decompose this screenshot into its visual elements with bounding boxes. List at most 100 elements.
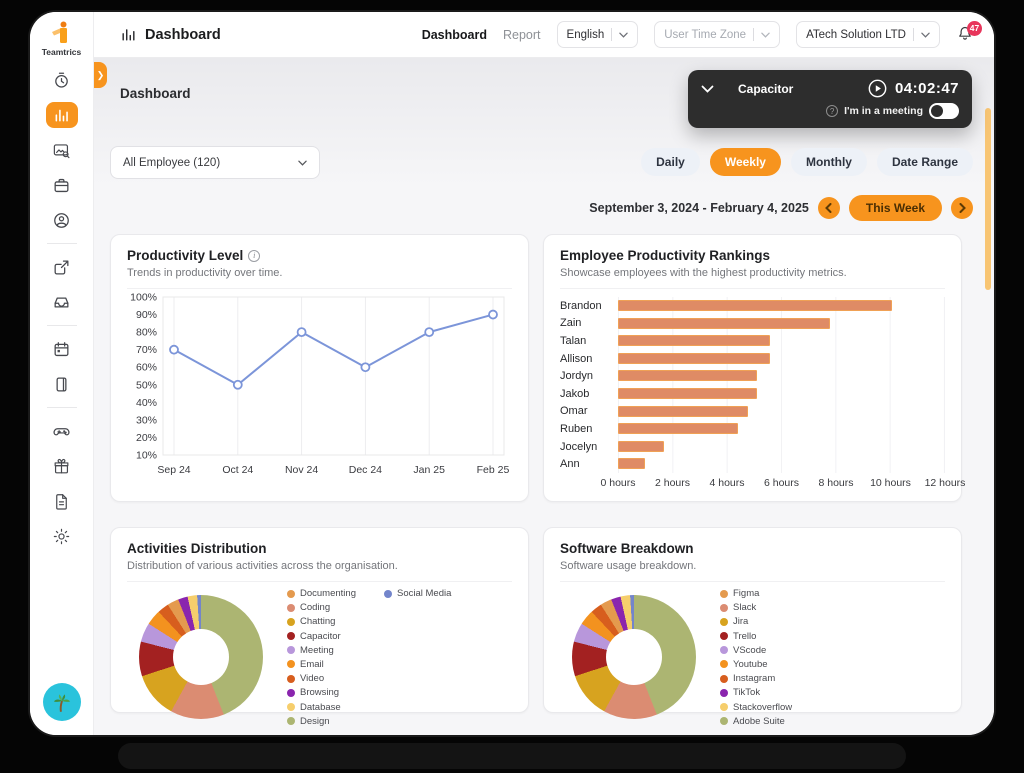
legend-item: Jira — [720, 616, 792, 627]
ranking-bar — [618, 406, 748, 417]
range-tabs: Daily Weekly Monthly Date Range — [641, 148, 973, 176]
nav-dashboard[interactable]: Dashboard — [422, 28, 487, 42]
page-title: Dashboard — [120, 86, 191, 101]
legend-item: Youtube — [720, 659, 792, 670]
nav-report[interactable]: Report — [503, 28, 541, 42]
legend-item: Slack — [720, 602, 792, 613]
company-select[interactable]: ATech Solution LTD — [796, 21, 940, 48]
legend-column: DocumentingCodingChattingCapacitorMeetin… — [287, 588, 356, 727]
rewards-icon — [52, 457, 71, 476]
ranking-row: Brandon — [560, 297, 945, 315]
notification-badge: 47 — [967, 21, 982, 36]
prev-week-button[interactable] — [818, 197, 840, 219]
inbox-icon — [52, 293, 71, 312]
this-week-button[interactable]: This Week — [849, 195, 942, 221]
widget-collapse-button[interactable] — [701, 85, 714, 93]
bar-track — [618, 420, 945, 438]
legend-label: TikTok — [733, 687, 760, 698]
brand-logo: Teamtrics — [42, 20, 82, 57]
settings-icon — [52, 527, 71, 546]
svg-text:70%: 70% — [136, 344, 157, 356]
window-title: Dashboard — [120, 26, 221, 43]
ranking-name: Jakob — [560, 388, 618, 400]
next-week-button[interactable] — [951, 197, 973, 219]
range-tab-daily[interactable]: Daily — [641, 148, 700, 176]
legend-label: Adobe Suite — [733, 716, 785, 727]
sidebar: Teamtrics — [30, 12, 94, 735]
legend-column: Social Media — [384, 588, 451, 599]
sidebar-item-reports[interactable] — [46, 488, 78, 514]
sidebar-item-projects[interactable] — [46, 172, 78, 198]
sidebar-item-screenshots[interactable] — [46, 137, 78, 163]
legend-dot — [287, 646, 295, 654]
games-icon — [52, 422, 71, 441]
capacitor-timer-widget: Capacitor 04:02:47 ? — [688, 70, 972, 128]
bar-track — [618, 367, 945, 385]
projects-icon — [52, 176, 71, 195]
sidebar-item-dashboard[interactable] — [46, 102, 78, 128]
sidebar-item-calendar[interactable] — [46, 336, 78, 362]
sidebar-expand-tab[interactable]: ❯ — [94, 62, 107, 88]
meeting-toggle[interactable] — [929, 103, 959, 119]
legend-item: Email — [287, 659, 356, 670]
teamtrics-logo-icon — [49, 20, 75, 46]
ranking-name: Allison — [560, 353, 618, 365]
scrollbar-thumb[interactable] — [985, 108, 991, 290]
notifications-button[interactable]: 47 — [956, 24, 974, 46]
timezone-select[interactable]: User Time Zone — [654, 21, 780, 48]
rankings-bar-chart: BrandonZainTalanAllisonJordynJakobOmarRu… — [560, 297, 945, 473]
sidebar-item-time-tracking[interactable] — [46, 67, 78, 93]
help-icon: ? — [826, 105, 838, 117]
legend-dot — [384, 590, 392, 598]
language-select[interactable]: English — [557, 21, 639, 48]
legend-item: Design — [287, 716, 356, 727]
bar-track — [618, 438, 945, 456]
sidebar-item-games[interactable] — [46, 418, 78, 444]
play-button[interactable] — [868, 79, 887, 98]
legend-label: Database — [300, 702, 341, 713]
ranking-bar — [618, 335, 770, 346]
timezone-value: User Time Zone — [664, 29, 746, 41]
svg-text:30%: 30% — [136, 414, 157, 426]
legend-dot — [287, 590, 295, 598]
ranking-name: Brandon — [560, 300, 618, 312]
legend-dot — [287, 689, 295, 697]
legend-dot — [287, 703, 295, 711]
legend-dot — [720, 590, 728, 598]
bar-track — [618, 350, 945, 368]
chevron-down-icon — [921, 32, 930, 38]
user-avatar[interactable] — [43, 683, 81, 721]
chevron-down-icon — [298, 160, 307, 166]
sidebar-item-attendance[interactable] — [46, 207, 78, 233]
legend-item: Browsing — [287, 687, 356, 698]
sidebar-item-settings[interactable] — [46, 523, 78, 549]
ranking-name: Omar — [560, 405, 618, 417]
bar-chart-icon — [120, 26, 137, 43]
ranking-name: Ruben — [560, 423, 618, 435]
ranking-bar — [618, 388, 757, 399]
ranking-name: Ann — [560, 458, 618, 470]
dashboard-icon — [52, 106, 71, 125]
window-title-text: Dashboard — [145, 27, 221, 43]
range-tab-date-range[interactable]: Date Range — [877, 148, 973, 176]
legend-item: Figma — [720, 588, 792, 599]
reports-icon — [52, 492, 71, 511]
ranking-row: Omar — [560, 403, 945, 421]
employee-filter-select[interactable]: All Employee (120) — [110, 146, 320, 179]
legend-dot — [720, 646, 728, 654]
legend-label: Instagram — [733, 673, 775, 684]
legend-label: Figma — [733, 588, 759, 599]
line-chart-svg: 100%90%80%70%60%50%40%30%20%10%Sep 24Oct… — [127, 289, 514, 481]
ranking-name: Zain — [560, 317, 618, 329]
sidebar-item-rewards[interactable] — [46, 453, 78, 479]
sidebar-item-devices[interactable] — [46, 371, 78, 397]
sidebar-item-inbox[interactable] — [46, 289, 78, 315]
sidebar-item-integrations[interactable] — [46, 254, 78, 280]
svg-text:Nov 24: Nov 24 — [285, 464, 318, 476]
x-axis-tick: 8 hours — [818, 477, 853, 489]
info-icon[interactable]: i — [248, 250, 260, 262]
topbar: Dashboard Dashboard Report English User … — [94, 12, 994, 58]
x-axis-tick: 12 hours — [925, 477, 966, 489]
range-tab-weekly[interactable]: Weekly — [710, 148, 781, 176]
range-tab-monthly[interactable]: Monthly — [791, 148, 867, 176]
